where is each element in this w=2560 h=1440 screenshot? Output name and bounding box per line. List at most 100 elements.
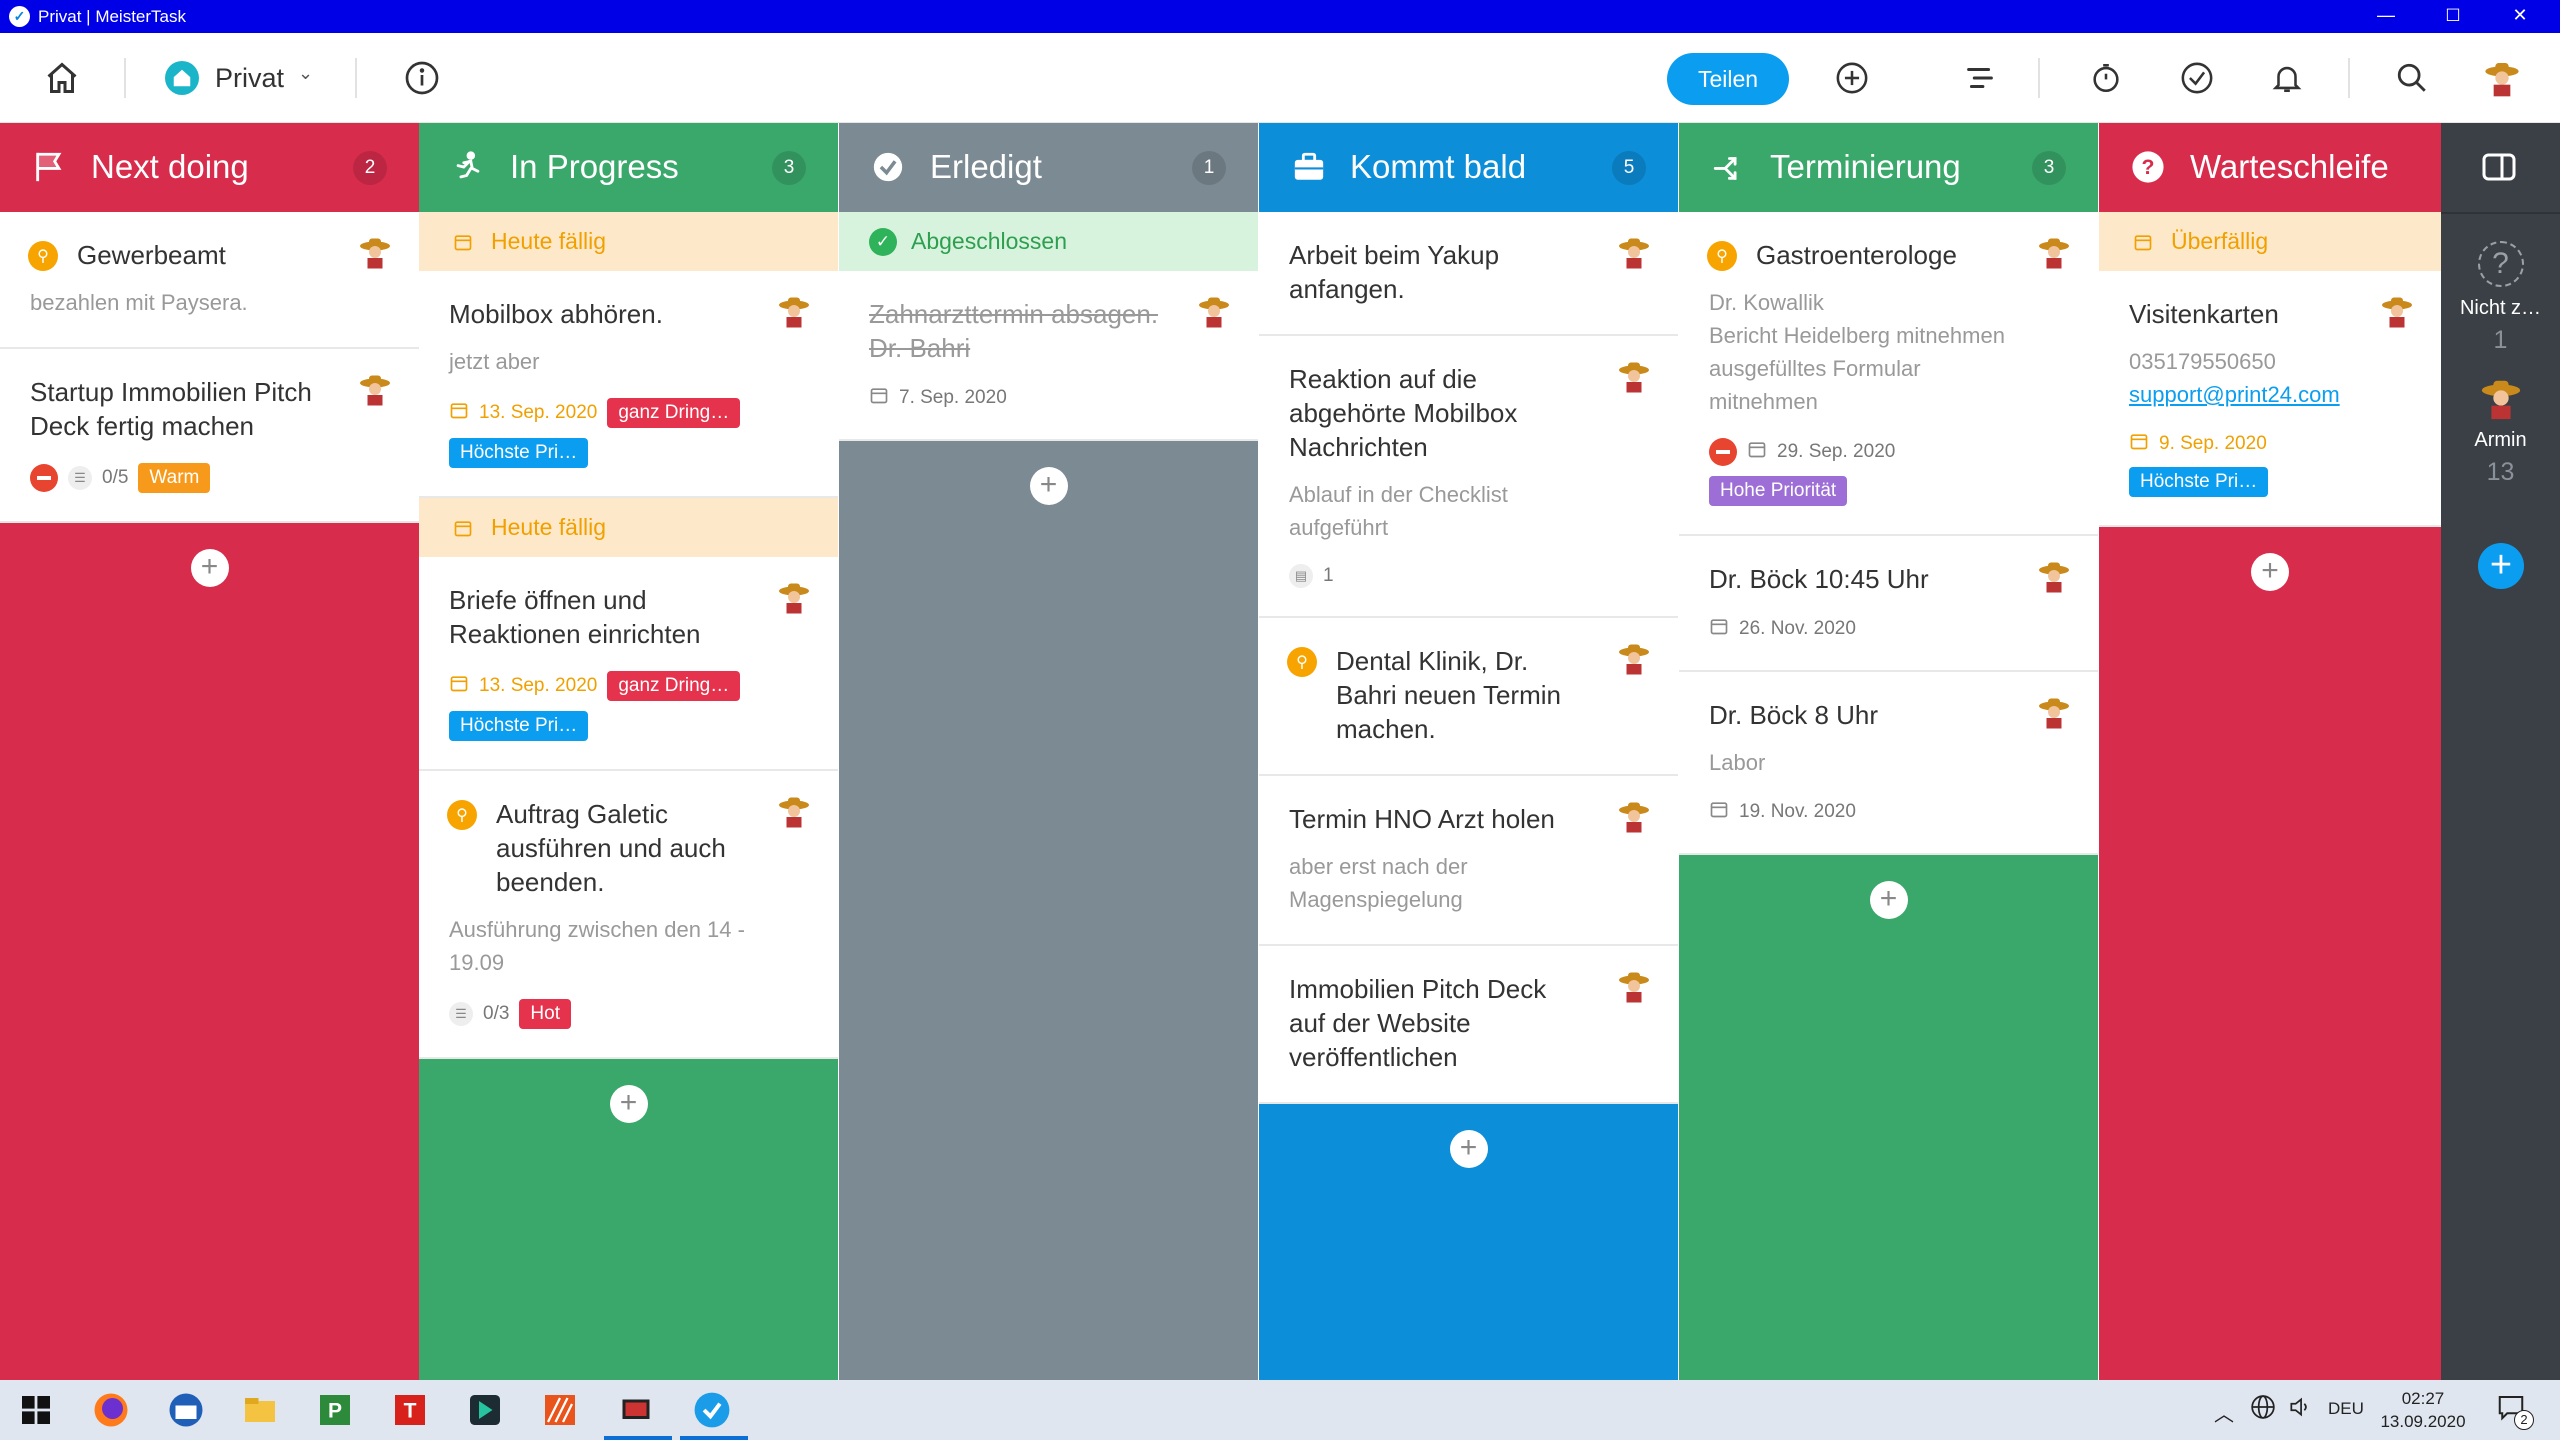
- home-icon[interactable]: [42, 58, 82, 98]
- share-button[interactable]: Teilen: [1667, 53, 1789, 105]
- rail-item-armin[interactable]: Armin 13: [2441, 375, 2560, 487]
- avatar[interactable]: [2379, 293, 2415, 334]
- notification-center-icon[interactable]: 2: [2496, 1392, 2534, 1430]
- avatar[interactable]: [1616, 798, 1652, 839]
- project-app-icon[interactable]: P: [313, 1388, 357, 1432]
- column-erledigt: Erledigt 1 ✓ Abgeschlossen Zahnarzttermin ab…: [839, 123, 1258, 1380]
- column-header[interactable]: ? Warteschleife: [2099, 123, 2441, 212]
- thunderbird-icon[interactable]: [164, 1388, 208, 1432]
- bell-icon[interactable]: [2267, 58, 2307, 98]
- avatar[interactable]: [2036, 234, 2072, 275]
- add-member-button[interactable]: +: [2478, 543, 2524, 589]
- task-card[interactable]: Briefe öffnen und Reaktionen einrichten 1…: [419, 557, 838, 771]
- add-task-button[interactable]: +: [1869, 881, 1908, 919]
- task-title: Briefe öffnen und Reaktionen einrichten: [449, 585, 701, 649]
- chevron-down-icon[interactable]: ⌄: [298, 63, 313, 84]
- volume-icon[interactable]: [2287, 1394, 2313, 1425]
- task-card[interactable]: Startup Immobilien Pitch Deck fertig mac…: [0, 349, 419, 523]
- checkmark-circle-icon[interactable]: [2177, 58, 2217, 98]
- firefox-icon[interactable]: [89, 1388, 133, 1432]
- avatar[interactable]: [776, 793, 812, 834]
- tv-app-icon[interactable]: [614, 1388, 658, 1432]
- avatar[interactable]: [776, 293, 812, 334]
- add-task-button[interactable]: +: [1029, 467, 1068, 505]
- task-tag[interactable]: Hot: [519, 999, 571, 1029]
- stripes-app-icon[interactable]: [538, 1388, 582, 1432]
- input-language[interactable]: DEU: [2328, 1399, 2364, 1419]
- project-icon[interactable]: [165, 61, 199, 95]
- meistertask-taskbar-icon[interactable]: [690, 1388, 734, 1432]
- column-header[interactable]: Kommt bald 5: [1259, 123, 1678, 212]
- task-card[interactable]: ⚲ Gastroenterologe Dr. Kowallik Bericht He…: [1679, 212, 2098, 536]
- task-card[interactable]: Zahnarzttermin absagen. Dr. Bahri 7. Sep.…: [839, 271, 1258, 441]
- checklist-icon: ☰: [68, 466, 92, 490]
- windows-start-icon[interactable]: [14, 1388, 58, 1432]
- maximize-button[interactable]: ☐: [2424, 0, 2482, 33]
- avatar[interactable]: [2482, 58, 2522, 98]
- email-link[interactable]: support@print24.com: [2129, 382, 2340, 407]
- task-card[interactable]: Visitenkarten 035179550650 support@print24…: [2099, 271, 2441, 527]
- rail-item-unassigned[interactable]: ? Nicht z… 1: [2441, 241, 2560, 355]
- task-description: 035179550650: [2129, 349, 2276, 374]
- task-card[interactable]: Dr. Böck 10:45 Uhr 26. Nov. 2020: [1679, 536, 2098, 672]
- add-task-button[interactable]: +: [2251, 553, 2289, 591]
- task-tag[interactable]: Hohe Priorität: [1709, 476, 1848, 506]
- task-tag[interactable]: Warm: [138, 463, 211, 493]
- column-header[interactable]: In Progress 3: [419, 123, 838, 212]
- add-task-button[interactable]: +: [609, 1085, 648, 1123]
- task-title: Mobilbox abhören.: [449, 299, 663, 329]
- column-header[interactable]: Terminierung 3: [1679, 123, 2098, 212]
- column-header[interactable]: Erledigt 1: [839, 123, 1258, 212]
- task-tag[interactable]: Höchste Pri…: [449, 711, 589, 741]
- tray-clock[interactable]: 02:27 13.09.2020: [2378, 1387, 2468, 1433]
- task-tag[interactable]: ganz Dring…: [607, 671, 741, 701]
- task-tag[interactable]: Höchste Pri…: [2129, 467, 2269, 497]
- task-card[interactable]: Reaktion auf die abgehörte Mobilbox Nach…: [1259, 336, 1678, 618]
- project-name[interactable]: Privat: [215, 63, 284, 94]
- add-task-button[interactable]: +: [190, 549, 229, 587]
- avatar[interactable]: [2036, 558, 2072, 599]
- task-card[interactable]: Termin HNO Arzt holen aber erst nach der …: [1259, 776, 1678, 946]
- pin-icon[interactable]: ⚲: [1287, 647, 1317, 677]
- minimize-button[interactable]: —: [2357, 0, 2415, 33]
- timeline-icon[interactable]: [1960, 58, 2000, 98]
- due-date: 13. Sep. 2020: [479, 402, 598, 423]
- task-card[interactable]: Arbeit beim Yakup anfangen.: [1259, 212, 1678, 336]
- task-card[interactable]: ⚲ Auftrag Galetic ausführen und auch been…: [419, 771, 838, 1059]
- task-tag[interactable]: ganz Dring…: [607, 398, 741, 428]
- pin-icon[interactable]: ⚲: [1707, 241, 1737, 271]
- close-window-button[interactable]: ✕: [2491, 0, 2549, 33]
- plus-circle-icon[interactable]: [1832, 58, 1872, 98]
- file-explorer-icon[interactable]: [238, 1388, 282, 1432]
- pin-icon[interactable]: ⚲: [447, 800, 477, 830]
- avatar[interactable]: [2036, 694, 2072, 735]
- media-app-icon[interactable]: [463, 1388, 507, 1432]
- t-app-icon[interactable]: T: [388, 1388, 432, 1432]
- pin-icon[interactable]: ⚲: [28, 241, 58, 271]
- info-icon[interactable]: [402, 58, 442, 98]
- task-date: 19. Nov. 2020: [1739, 801, 1856, 822]
- network-globe-icon[interactable]: [2250, 1394, 2276, 1425]
- avatar[interactable]: [1196, 293, 1232, 334]
- task-card[interactable]: Mobilbox abhören. jetzt aber 13. Sep. 2020…: [419, 271, 838, 498]
- task-card[interactable]: Dr. Böck 8 Uhr Labor 19. Nov. 2020: [1679, 672, 2098, 855]
- section-label: Heute fällig: [491, 228, 607, 254]
- avatar[interactable]: [357, 371, 393, 412]
- task-card[interactable]: ⚲ Gewerbeamt bezahlen mit Paysera.: [0, 212, 419, 349]
- avatar[interactable]: [1616, 358, 1652, 399]
- avatar[interactable]: [1616, 968, 1652, 1009]
- avatar[interactable]: [776, 579, 812, 620]
- task-tag[interactable]: Höchste Pri…: [449, 438, 589, 468]
- avatar[interactable]: [1616, 640, 1652, 681]
- add-task-button[interactable]: +: [1449, 1130, 1488, 1168]
- task-card[interactable]: ⚲ Dental Klinik, Dr. Bahri neuen Termin m…: [1259, 618, 1678, 776]
- column-header[interactable]: Next doing 2: [0, 123, 419, 212]
- column-name: Warteschleife: [2190, 148, 2389, 185]
- stopwatch-icon[interactable]: [2086, 58, 2126, 98]
- task-card[interactable]: Immobilien Pitch Deck auf der Website ve…: [1259, 946, 1678, 1104]
- avatar[interactable]: [357, 234, 393, 275]
- avatar[interactable]: [1616, 234, 1652, 275]
- search-icon[interactable]: [2392, 58, 2432, 98]
- panel-toggle-icon[interactable]: [2481, 151, 2517, 183]
- tray-chevron-up-icon[interactable]: ︿: [2214, 1398, 2234, 1427]
